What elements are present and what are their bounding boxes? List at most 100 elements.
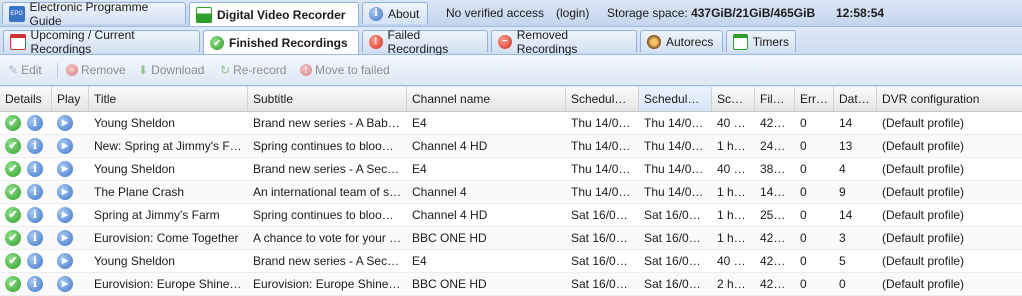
cell-file: 42… [760,254,786,268]
check-circle-icon[interactable]: ✔ [5,184,21,200]
cell-data: 5 [839,254,846,268]
table-row[interactable]: ✔ i ▶ Young Sheldon Brand new series - A… [0,112,1022,135]
storage-value: 437GiB/21GiB/465GiB [691,6,816,20]
cell-title: Young Sheldon [94,162,175,176]
column-header-file[interactable]: File… [755,87,795,111]
column-header-subtitle[interactable]: Subtitle [248,87,407,111]
check-circle-icon[interactable]: ✔ [5,138,21,154]
column-header-details[interactable]: Details [0,87,52,111]
info-icon[interactable]: i [27,207,43,223]
tab-label: Removed Recordings [516,27,578,56]
cell-errors: 0 [800,116,807,130]
column-header-data[interactable]: Dat… [834,87,877,111]
column-header-dvr-configuration[interactable]: DVR configuration [877,87,1022,111]
cell-errors: 0 [800,139,807,153]
access-status: No verified access [446,6,545,20]
table-row[interactable]: ✔ i ▶ Eurovision: Come Together A chance… [0,227,1022,250]
tab-about[interactable]: i About [362,2,428,24]
cell-subtitle: Brand new series - A Secr… [253,162,404,176]
download-icon: ⬇ [138,63,149,77]
cell-title: Eurovision: Europe Shine … [94,277,245,291]
cell-dvr-configuration: (Default profile) [882,185,965,199]
cell-channel: BBC ONE HD [412,231,487,245]
info-icon[interactable]: i [27,230,43,246]
cell-subtitle: Brand new series - A Secr… [253,254,404,268]
table-row[interactable]: ✔ i ▶ Young Sheldon Brand new series - A… [0,250,1022,273]
cell-title: New: Spring at Jimmy's F… [94,139,242,153]
table-row[interactable]: ✔ i ▶ The Plane Crash An international t… [0,181,1022,204]
column-header-errors[interactable]: Err… [795,87,834,111]
storage-space: Storage space: 437GiB/21GiB/465GiB [607,6,815,20]
check-circle-icon[interactable]: ✔ [5,253,21,269]
play-icon[interactable]: ▶ [57,253,73,269]
table-row[interactable]: ✔ i ▶ Eurovision: Europe Shine … Eurovis… [0,273,1022,296]
column-header-schedule-stop[interactable]: Schedule… [639,87,712,111]
play-icon[interactable]: ▶ [57,276,73,292]
column-header-channel[interactable]: Channel name [407,87,566,111]
info-icon[interactable]: i [27,138,43,154]
play-icon[interactable]: ▶ [57,115,73,131]
info-icon[interactable]: i [27,161,43,177]
tab-autorecs[interactable]: Autorecs [640,30,723,52]
table-row[interactable]: ✔ i ▶ New: Spring at Jimmy's F… Spring c… [0,135,1022,158]
info-icon[interactable]: i [27,184,43,200]
check-circle-icon[interactable]: ✔ [5,161,21,177]
tab-label: Electronic Programme Guide [29,0,149,28]
cell-schedule-stop: Sat 16/05… [644,208,708,222]
table-row[interactable]: ✔ i ▶ Spring at Jimmy's Farm Spring cont… [0,204,1022,227]
info-icon[interactable]: i [27,253,43,269]
check-circle-icon[interactable]: ✔ [5,230,21,246]
play-icon[interactable]: ▶ [57,138,73,154]
cell-channel: E4 [412,116,427,130]
cell-sc: 1 h… [717,139,746,153]
tab-digital-video-recorder[interactable]: Digital Video Recorder [189,2,359,26]
move-to-failed-button[interactable]: ! Move to failed [300,63,390,77]
cell-schedule-stop: Thu 14/0… [644,116,704,130]
toolbar: ✎ Edit − Remove ⬇ Download ↻ Re-record !… [0,55,1022,86]
column-header-play[interactable]: Play [52,87,89,111]
grid-header: Details Play Title Subtitle Channel name… [0,87,1022,112]
login-link[interactable]: (login) [556,6,589,20]
play-icon[interactable]: ▶ [57,161,73,177]
cell-schedule-stop: Sat 16/05… [644,277,708,291]
info-icon[interactable]: i [27,276,43,292]
column-header-title[interactable]: Title [89,87,248,111]
cell-channel: E4 [412,162,427,176]
table-row[interactable]: ✔ i ▶ Young Sheldon Brand new series - A… [0,158,1022,181]
cell-channel: E4 [412,254,427,268]
tab-electronic-programme-guide[interactable]: EPG Electronic Programme Guide [2,0,186,28]
cell-title: The Plane Crash [94,185,185,199]
cell-schedule-start: Thu 14/0… [571,162,631,176]
tab-removed-recordings[interactable]: − Removed Recordings [491,28,637,56]
download-button[interactable]: ⬇ Download [138,63,204,77]
cell-schedule-start: Thu 14/0… [571,139,631,153]
check-circle-icon[interactable]: ✔ [5,115,21,131]
cell-errors: 0 [800,277,807,291]
cell-subtitle: Spring continues to bloom… [253,139,404,153]
cell-channel: Channel 4 [412,185,467,199]
play-icon[interactable]: ▶ [57,230,73,246]
rerecord-button[interactable]: ↻ Re-record [220,63,286,77]
cell-dvr-configuration: (Default profile) [882,162,965,176]
tab-failed-recordings[interactable]: ! Failed Recordings [362,28,488,56]
play-icon[interactable]: ▶ [57,184,73,200]
tab-finished-recordings[interactable]: ✔ Finished Recordings [203,30,359,54]
remove-button[interactable]: − Remove [66,63,126,77]
play-icon[interactable]: ▶ [57,207,73,223]
edit-button[interactable]: ✎ Edit [8,63,42,77]
cell-dvr-configuration: (Default profile) [882,139,965,153]
check-circle-icon[interactable]: ✔ [5,276,21,292]
cell-errors: 0 [800,231,807,245]
tab-upcoming-recordings[interactable]: Upcoming / Current Recordings [3,28,200,56]
tab-label: About [388,6,420,21]
column-header-schedule-start[interactable]: Schedule… [566,87,639,111]
check-circle-icon: ✔ [210,35,224,50]
info-icon[interactable]: i [27,115,43,131]
cell-schedule-start: Thu 14/0… [571,185,631,199]
check-circle-icon[interactable]: ✔ [5,207,21,223]
cell-dvr-configuration: (Default profile) [882,208,965,222]
column-header-sc[interactable]: Sc… [712,87,755,111]
cell-data: 3 [839,231,846,245]
cell-data: 14 [839,116,853,130]
tab-timers[interactable]: Timers [726,30,796,52]
